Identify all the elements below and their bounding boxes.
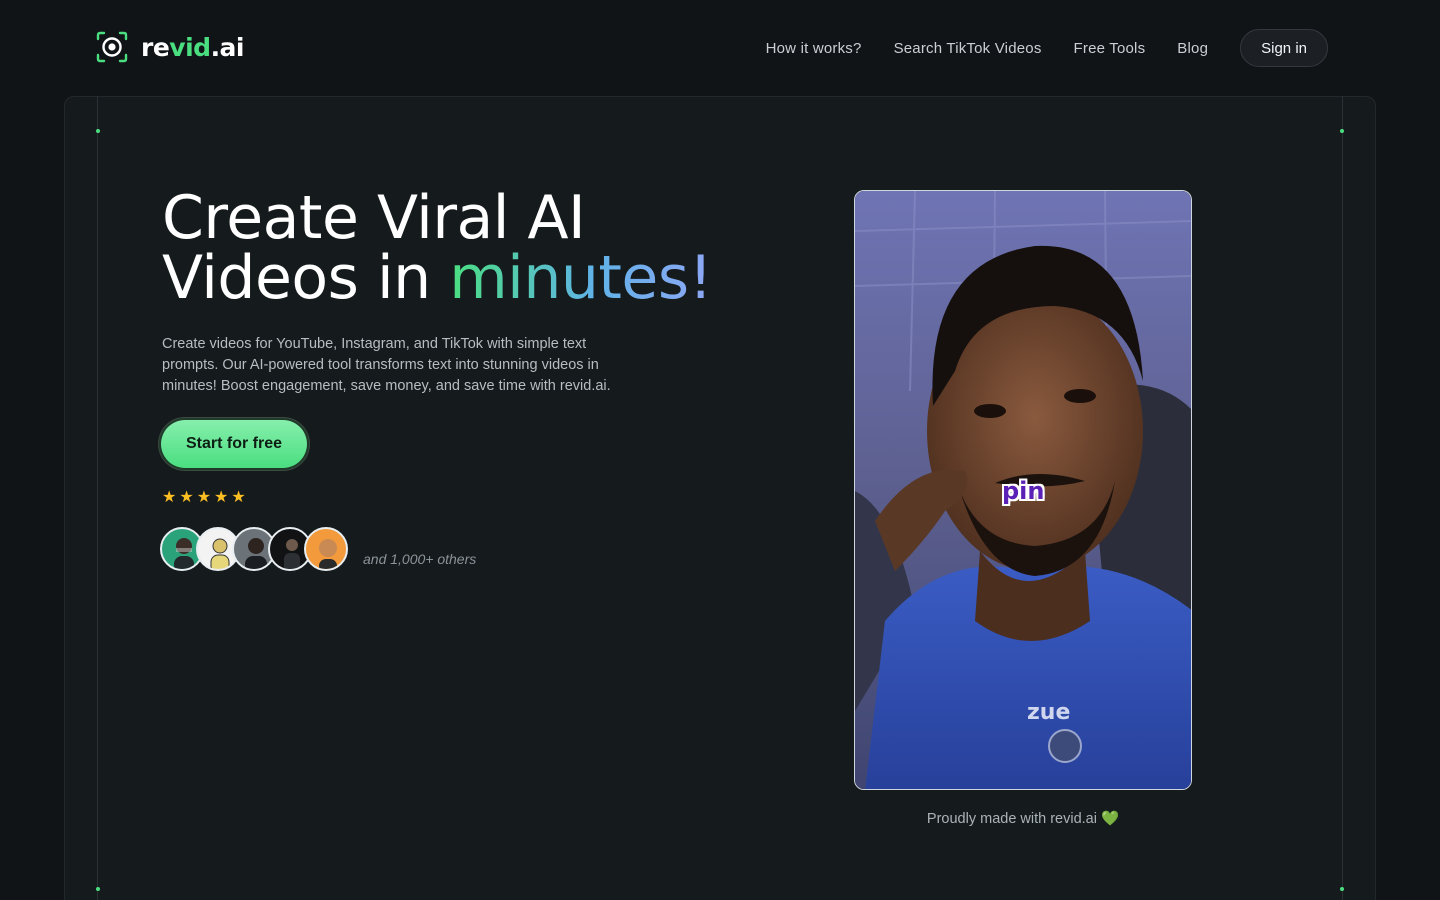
corner-dot bbox=[96, 887, 100, 891]
user-avatars bbox=[160, 527, 348, 573]
brand-logo[interactable]: revid.ai bbox=[95, 30, 245, 64]
logo-camera-icon bbox=[96, 31, 128, 63]
main-nav: How it works? Search TikTok Videos Free … bbox=[766, 29, 1328, 67]
frame-guide-left bbox=[97, 96, 98, 900]
star-icon: ★ bbox=[231, 489, 246, 506]
corner-dot bbox=[1340, 129, 1344, 133]
video-caption-word: pin bbox=[1002, 477, 1045, 505]
shirt-logo-text: zue bbox=[1027, 700, 1070, 725]
frame-guide-right bbox=[1342, 96, 1343, 900]
corner-dot bbox=[1340, 887, 1344, 891]
hero-title-accent: minutes! bbox=[449, 243, 713, 313]
rating-stars: ★ ★ ★ ★ ★ bbox=[162, 489, 246, 507]
nav-blog[interactable]: Blog bbox=[1177, 40, 1208, 57]
star-icon: ★ bbox=[214, 489, 229, 506]
star-icon: ★ bbox=[162, 489, 177, 506]
site-header: revid.ai How it works? Search TikTok Vid… bbox=[0, 0, 1440, 96]
brand-name: revid.ai bbox=[141, 32, 245, 62]
hero-title-line2: Videos in bbox=[162, 243, 450, 313]
nav-search-tiktok[interactable]: Search TikTok Videos bbox=[894, 40, 1042, 57]
hero-subtitle: Create videos for YouTube, Instagram, an… bbox=[162, 336, 611, 394]
star-icon: ★ bbox=[179, 489, 194, 506]
corner-dot bbox=[96, 129, 100, 133]
made-with-credit: Proudly made with revid.ai 💚 bbox=[926, 811, 1120, 827]
nav-free-tools[interactable]: Free Tools bbox=[1074, 40, 1146, 57]
nav-how-it-works[interactable]: How it works? bbox=[766, 40, 862, 57]
avatar bbox=[304, 527, 348, 571]
others-count: and 1,000+ others bbox=[363, 551, 477, 567]
star-icon: ★ bbox=[196, 489, 212, 506]
sign-in-button[interactable]: Sign in bbox=[1240, 29, 1328, 67]
video-preview[interactable]: zue pin bbox=[854, 190, 1192, 790]
start-for-free-button[interactable]: Start for free bbox=[161, 420, 307, 468]
hero-title: Create Viral AI Videos in minutes! bbox=[162, 188, 782, 308]
